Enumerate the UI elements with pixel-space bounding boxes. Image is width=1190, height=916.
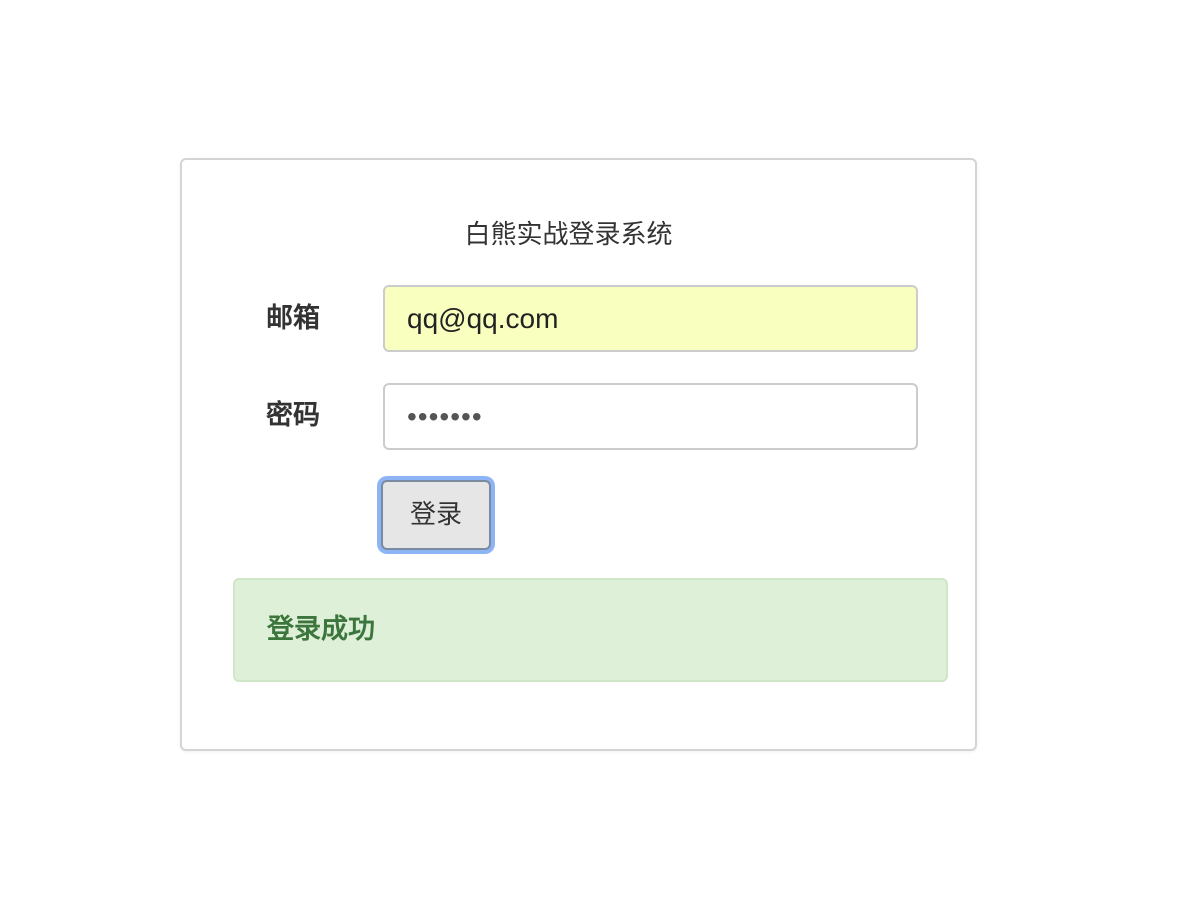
success-alert: 登录成功 (233, 578, 948, 682)
page-title: 白熊实战登录系统 (464, 220, 673, 250)
password-field[interactable]: ••••••• (383, 383, 918, 450)
email-label: 邮箱 (266, 303, 320, 334)
email-field[interactable]: qq@qq.com (383, 285, 918, 352)
password-label: 密码 (266, 400, 320, 431)
login-card: 白熊实战登录系统 邮箱 qq@qq.com 密码 ••••••• 登录 登录成功 (180, 158, 977, 751)
login-button[interactable]: 登录 (381, 480, 491, 550)
alert-message: 登录成功 (267, 614, 375, 645)
